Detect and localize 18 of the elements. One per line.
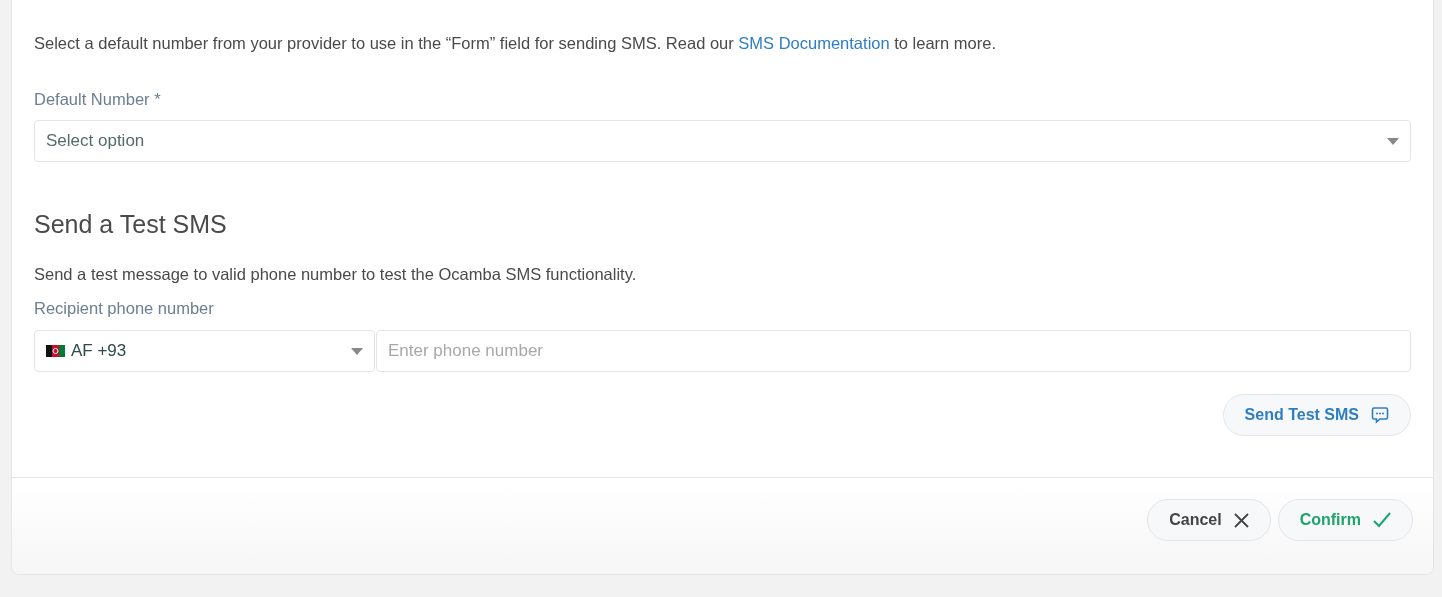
flag-icon xyxy=(46,344,65,358)
close-icon xyxy=(1233,512,1249,528)
phone-number-input[interactable]: Enter phone number xyxy=(376,330,1411,372)
country-select[interactable]: AF +93 xyxy=(34,330,375,372)
default-number-select[interactable]: Select option xyxy=(34,120,1411,162)
field-label: Default Number * xyxy=(34,89,162,110)
dropdown-caret-icon xyxy=(351,347,363,355)
send-test-sms-button[interactable]: Send Test SMS xyxy=(1222,394,1411,436)
section-description: Send a test message to valid phone number to test the Ocamba SMS functionality. xyxy=(34,264,638,285)
dropdown-caret-icon xyxy=(1387,137,1399,145)
chat-bubble-icon xyxy=(1371,406,1389,424)
confirm-button[interactable]: Confirm xyxy=(1277,499,1413,541)
checkmark-icon xyxy=(1373,512,1391,528)
documentation-link[interactable]: SMS Documentation xyxy=(738,34,890,52)
field-label: Recipient phone number xyxy=(34,298,215,319)
intro-text: Select a default number from your provider to use in the “Form” field for sending SMS. Read our SMS Documentation to learn more. xyxy=(34,33,998,54)
section-heading: Send a Test SMS xyxy=(34,209,228,240)
cancel-button[interactable]: Cancel xyxy=(1147,499,1271,541)
